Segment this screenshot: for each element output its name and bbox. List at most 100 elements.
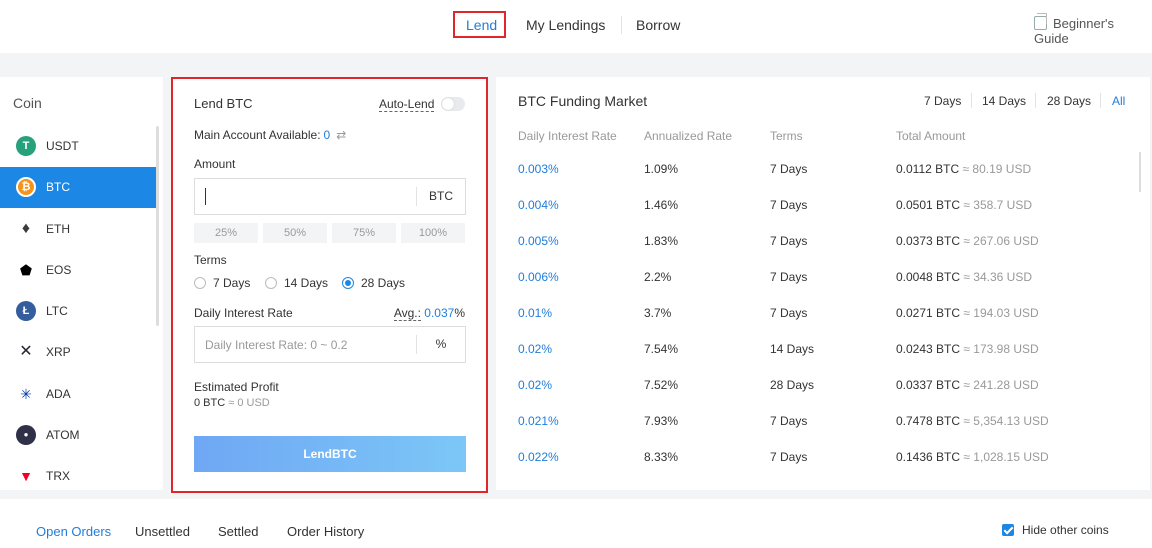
row-usd: ≈ 80.19 USD xyxy=(962,162,1032,176)
nav-divider xyxy=(621,16,622,34)
percent-75-button[interactable]: 75% xyxy=(332,223,396,243)
row-term: 7 Days xyxy=(770,162,808,176)
market-row[interactable]: 0.01% 3.7% 7 Days 0.0271 BTC ≈ 194.03 US… xyxy=(496,305,1136,341)
market-tab-all[interactable]: All xyxy=(1112,94,1125,108)
cardano-icon: ✳ xyxy=(20,386,32,402)
coin-list-header: Coin xyxy=(13,95,42,111)
market-row[interactable]: 0.004% 1.46% 7 Days 0.0501 BTC ≈ 358.7 U… xyxy=(496,197,1136,233)
market-row[interactable]: 0.02% 7.52% 28 Days 0.0337 BTC ≈ 241.28 … xyxy=(496,377,1136,413)
market-tab-7-days[interactable]: 7 Days xyxy=(924,94,961,108)
row-btc: 0.7478 BTC xyxy=(896,414,961,428)
cosmos-icon: ● xyxy=(16,425,36,445)
term-radio-28-days[interactable]: 28 Days xyxy=(342,276,405,290)
row-btc: 0.0501 BTC xyxy=(896,198,961,212)
tab-open-orders[interactable]: Open Orders xyxy=(36,524,111,539)
term-label: 28 Days xyxy=(361,276,406,290)
beginners-guide-link[interactable]: Beginner's Guide xyxy=(1034,13,1152,46)
market-tab-divider xyxy=(1035,93,1036,108)
auto-lend-toggle[interactable] xyxy=(441,97,465,111)
terms-label: Terms xyxy=(194,253,227,267)
row-amount: 0.0373 BTC ≈ 267.06 USD xyxy=(896,233,1039,249)
row-btc: 0.0373 BTC xyxy=(896,234,961,248)
coin-item-atom[interactable]: ● ATOM xyxy=(0,415,156,456)
row-rate: 0.004% xyxy=(518,198,559,212)
hide-other-coins-checkbox[interactable]: Hide other coins xyxy=(1002,523,1109,537)
coin-list-scrollbar[interactable] xyxy=(156,126,159,326)
row-rate: 0.021% xyxy=(518,414,559,428)
row-annual: 1.83% xyxy=(644,234,679,248)
profit-btc: 0 BTC xyxy=(194,397,226,409)
tab-unsettled[interactable]: Unsettled xyxy=(135,524,190,539)
coin-label: EOS xyxy=(46,263,72,277)
bitcoin-icon: ₿ xyxy=(16,177,36,197)
row-btc: 0.0048 BTC xyxy=(896,270,961,284)
amount-label: Amount xyxy=(194,157,236,171)
row-rate: 0.02% xyxy=(518,378,553,392)
col-terms: Terms xyxy=(770,129,803,143)
market-tab-divider xyxy=(971,93,972,108)
col-daily-rate: Daily Interest Rate xyxy=(518,129,617,143)
estimated-profit: 0 BTC ≈ 0 USD xyxy=(194,397,270,409)
tab-my-lendings[interactable]: My Lendings xyxy=(526,17,605,33)
row-btc: 0.0243 BTC xyxy=(896,342,961,356)
market-row[interactable]: 0.022% 8.33% 7 Days 0.1436 BTC ≈ 1,028.1… xyxy=(496,449,1136,485)
market-row[interactable]: 0.021% 7.93% 7 Days 0.7478 BTC ≈ 5,354.1… xyxy=(496,413,1136,449)
guide-book-icon xyxy=(1034,13,1047,30)
row-term: 7 Days xyxy=(770,450,808,464)
rate-label: Daily Interest Rate xyxy=(194,306,293,320)
funding-market: BTC Funding Market 7 Days 14 Days 28 Day… xyxy=(496,77,1150,490)
coin-item-eos[interactable]: ⬟ EOS xyxy=(0,250,156,291)
percent-25-button[interactable]: 25% xyxy=(194,223,258,243)
market-row[interactable]: 0.003% 1.09% 7 Days 0.0112 BTC ≈ 80.19 U… xyxy=(496,161,1136,197)
row-btc: 0.0112 BTC xyxy=(896,162,960,176)
row-annual: 2.2% xyxy=(644,270,672,284)
coin-item-btc[interactable]: ₿ BTC xyxy=(0,167,156,208)
market-row[interactable]: 0.006% 2.2% 7 Days 0.0048 BTC ≈ 34.36 US… xyxy=(496,269,1136,305)
auto-lend-label: Auto-Lend xyxy=(379,97,435,112)
lend-button[interactable]: LendBTC xyxy=(194,436,466,472)
coin-label: ADA xyxy=(46,387,71,401)
coin-item-usdt[interactable]: T USDT xyxy=(0,126,156,167)
row-amount: 0.7478 BTC ≈ 5,354.13 USD xyxy=(896,413,1049,429)
coin-item-trx[interactable]: ▼ TRX xyxy=(0,456,156,490)
radio-circle-icon xyxy=(194,277,206,289)
coin-item-eth[interactable]: ♦ ETH xyxy=(0,209,156,250)
coin-item-ltc[interactable]: Ł LTC xyxy=(0,291,156,332)
market-tab-28-days[interactable]: 28 Days xyxy=(1047,94,1091,108)
profit-usd: ≈ 0 USD xyxy=(228,397,270,409)
row-btc: 0.0337 BTC xyxy=(896,378,961,392)
market-title: BTC Funding Market xyxy=(518,93,648,109)
term-radio-7-days[interactable]: 7 Days xyxy=(194,276,250,290)
row-term: 7 Days xyxy=(770,306,808,320)
tab-settled[interactable]: Settled xyxy=(218,524,258,539)
col-annualized-rate: Annualized Rate xyxy=(644,129,733,143)
coin-list: Coin T USDT ₿ BTC ♦ ETH ⬟ EOS Ł LTC ✕ XR… xyxy=(0,77,163,490)
coin-item-xrp[interactable]: ✕ XRP xyxy=(0,332,156,373)
market-scrollbar[interactable] xyxy=(1139,152,1141,192)
row-usd: ≈ 194.03 USD xyxy=(963,306,1039,320)
market-tab-14-days[interactable]: 14 Days xyxy=(982,94,1026,108)
row-annual: 3.7% xyxy=(644,306,672,320)
percent-50-button[interactable]: 50% xyxy=(263,223,327,243)
coin-item-ada[interactable]: ✳ ADA xyxy=(0,374,156,415)
lend-form: Lend BTC Auto-Lend Main Account Availabl… xyxy=(171,77,488,493)
lend-title: Lend BTC xyxy=(194,96,253,111)
term-radio-14-days[interactable]: 14 Days xyxy=(265,276,328,290)
coin-label: BTC xyxy=(46,180,70,194)
row-annual: 7.52% xyxy=(644,378,679,392)
market-row[interactable]: 0.005% 1.83% 7 Days 0.0373 BTC ≈ 267.06 … xyxy=(496,233,1136,269)
tab-order-history[interactable]: Order History xyxy=(287,524,364,539)
rate-input[interactable]: Daily Interest Rate: 0 ~ 0.2 % xyxy=(194,326,466,363)
row-amount: 0.0048 BTC ≈ 34.36 USD xyxy=(896,269,1032,285)
row-term: 7 Days xyxy=(770,234,808,248)
term-label: 14 Days xyxy=(284,276,329,290)
row-usd: ≈ 173.98 USD xyxy=(963,342,1039,356)
market-row[interactable]: 0.02% 7.54% 14 Days 0.0243 BTC ≈ 173.98 … xyxy=(496,341,1136,377)
market-tab-divider xyxy=(1100,93,1101,108)
transfer-icon[interactable]: ⇄ xyxy=(336,128,346,142)
percent-100-button[interactable]: 100% xyxy=(401,223,465,243)
amount-input[interactable]: BTC xyxy=(194,178,466,215)
checkbox-checked-icon xyxy=(1002,524,1014,536)
row-rate: 0.01% xyxy=(518,306,553,320)
tab-borrow[interactable]: Borrow xyxy=(636,17,680,33)
